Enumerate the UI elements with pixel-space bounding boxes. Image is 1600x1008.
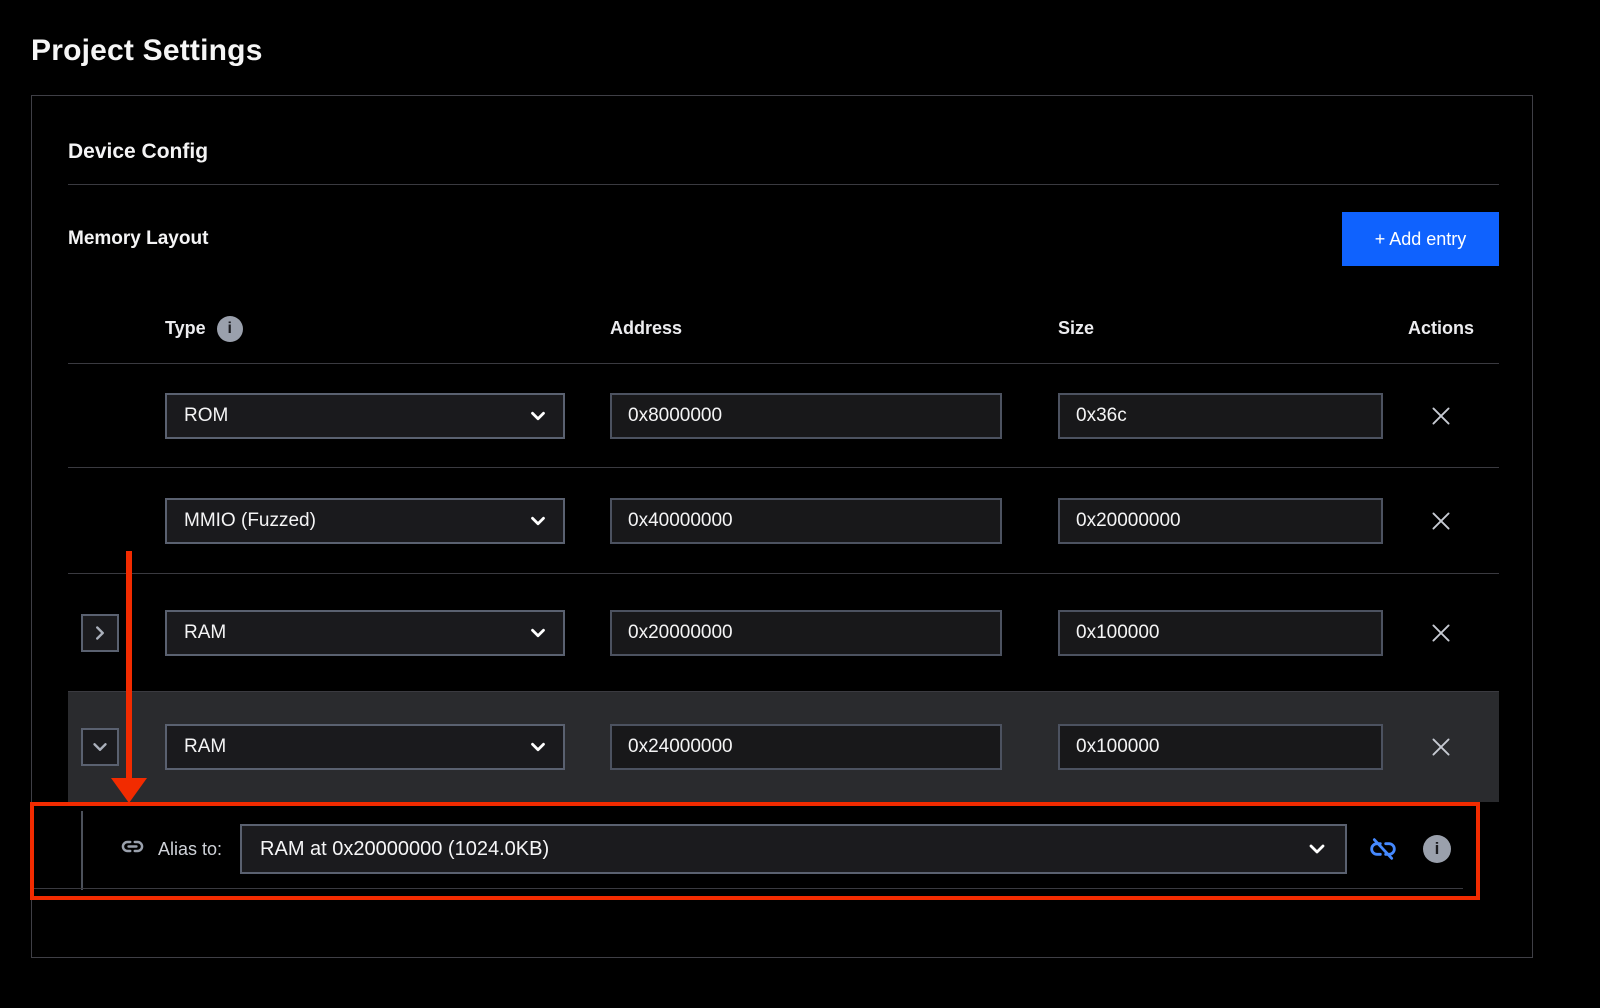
column-header-actions: Actions: [1408, 318, 1474, 339]
table-row: RAM: [68, 574, 1499, 692]
alias-row-annotation-rectangle: Alias to: RAM at 0x20000000 (1024.0KB) i: [30, 802, 1480, 900]
chevron-down-icon: [527, 736, 549, 758]
annotation-arrow-head: [111, 778, 147, 803]
type-select[interactable]: ROM: [165, 393, 565, 439]
type-select[interactable]: MMIO (Fuzzed): [165, 498, 565, 544]
table-row-expanded: RAM: [68, 692, 1499, 802]
add-entry-button[interactable]: + Add entry: [1342, 212, 1499, 266]
indent-guide-line: [81, 811, 83, 890]
annotation-arrow-line: [126, 551, 132, 780]
close-x-icon: [1428, 620, 1454, 646]
size-input[interactable]: [1058, 610, 1383, 656]
row-divider: [34, 888, 1463, 889]
type-select-value: RAM: [184, 622, 226, 644]
chain-unlink-icon: [1367, 833, 1399, 865]
unlink-alias-button[interactable]: [1365, 831, 1401, 867]
address-input[interactable]: [610, 393, 1002, 439]
remove-row-button[interactable]: [1424, 504, 1458, 538]
row-expander-cell: [68, 614, 165, 652]
table-row: MMIO (Fuzzed): [68, 468, 1499, 574]
close-x-icon: [1428, 508, 1454, 534]
column-header-address: Address: [610, 318, 1058, 339]
row-expander-cell: [68, 728, 165, 766]
page-title: Project Settings: [31, 34, 263, 68]
chevron-down-icon: [89, 736, 111, 758]
alias-row: Alias to: RAM at 0x20000000 (1024.0KB) i: [34, 806, 1476, 892]
table-header-row: Type i Address Size Actions: [68, 266, 1499, 364]
column-header-type: Type i: [165, 316, 610, 342]
alias-label: Alias to:: [158, 839, 222, 860]
section-title: Device Config: [68, 140, 1499, 164]
size-input[interactable]: [1058, 393, 1383, 439]
chevron-down-icon: [527, 622, 549, 644]
type-select-value: ROM: [184, 405, 228, 427]
size-input[interactable]: [1058, 724, 1383, 770]
close-x-icon: [1428, 403, 1454, 429]
remove-row-button[interactable]: [1424, 399, 1458, 433]
chevron-down-icon: [527, 405, 549, 427]
column-header-size: Size: [1058, 318, 1383, 339]
remove-row-button[interactable]: [1424, 730, 1458, 764]
info-icon[interactable]: i: [1423, 835, 1451, 863]
type-select-value: MMIO (Fuzzed): [184, 510, 316, 532]
address-input[interactable]: [610, 724, 1002, 770]
type-select-value: RAM: [184, 736, 226, 758]
subsection-title: Memory Layout: [68, 228, 208, 250]
section-divider: [68, 184, 1499, 185]
expand-row-button[interactable]: [81, 614, 119, 652]
device-config-panel: Device Config Memory Layout + Add entry …: [31, 95, 1533, 958]
memory-layout-header: Memory Layout + Add entry: [68, 212, 1499, 266]
type-select[interactable]: RAM: [165, 724, 565, 770]
column-header-type-label: Type: [165, 318, 206, 339]
table-row: ROM: [68, 364, 1499, 468]
address-input[interactable]: [610, 610, 1002, 656]
type-select[interactable]: RAM: [165, 610, 565, 656]
size-input[interactable]: [1058, 498, 1383, 544]
alias-target-select[interactable]: RAM at 0x20000000 (1024.0KB): [240, 824, 1347, 874]
chevron-right-icon: [89, 622, 111, 644]
info-icon[interactable]: i: [217, 316, 243, 342]
chevron-down-icon: [1305, 837, 1329, 861]
chain-link-icon: [119, 833, 146, 865]
collapse-row-button[interactable]: [81, 728, 119, 766]
alias-target-select-value: RAM at 0x20000000 (1024.0KB): [260, 838, 549, 861]
remove-row-button[interactable]: [1424, 616, 1458, 650]
address-input[interactable]: [610, 498, 1002, 544]
chevron-down-icon: [527, 510, 549, 532]
close-x-icon: [1428, 734, 1454, 760]
